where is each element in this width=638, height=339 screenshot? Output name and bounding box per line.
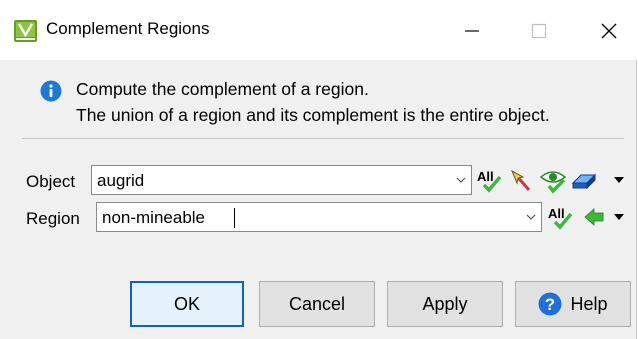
ok-button[interactable]: OK [130, 281, 244, 327]
info-text-line2: The union of a region and its complement… [76, 105, 550, 125]
info-text-line1: Compute the complement of a region. [76, 79, 369, 99]
help-button[interactable]: ? Help [515, 281, 631, 327]
svg-text:All: All [548, 206, 565, 221]
chevron-down-icon [526, 214, 536, 220]
object-value: augrid [97, 171, 145, 190]
object-type-button[interactable] [569, 165, 599, 195]
maximize-icon [531, 23, 547, 39]
close-icon [601, 23, 617, 39]
minimize-button[interactable] [452, 14, 492, 48]
visible-objects-button[interactable] [538, 165, 568, 195]
caret-down-icon [614, 214, 624, 220]
arrow-left-icon [584, 208, 604, 226]
cancel-button[interactable]: Cancel [259, 281, 375, 327]
region-combobox[interactable]: non-mineable [96, 202, 542, 232]
select-all-objects-button[interactable]: All [474, 165, 504, 195]
object-shape-icon [571, 173, 597, 190]
close-button[interactable] [589, 14, 629, 48]
object-type-dropdown[interactable] [613, 165, 625, 195]
dialog-window: Complement Regions Compute the complemen… [0, 0, 637, 339]
region-value: non-mineable [102, 208, 206, 227]
eye-check-icon [539, 171, 567, 194]
pick-cursor-icon [510, 169, 531, 191]
maximize-button[interactable] [519, 14, 559, 48]
svg-text:?: ? [545, 295, 555, 314]
separator [22, 138, 624, 139]
region-options-dropdown[interactable] [613, 202, 625, 232]
apply-button[interactable]: Apply [387, 281, 503, 327]
window-title: Complement Regions [46, 19, 210, 38]
all-check-icon: All [477, 169, 502, 193]
help-icon: ? [538, 292, 562, 316]
minimize-icon [465, 30, 479, 32]
previous-region-button[interactable] [579, 202, 609, 232]
pick-object-button[interactable] [506, 165, 536, 195]
info-icon [40, 80, 62, 102]
svg-text:All: All [477, 169, 494, 184]
object-label: Object [26, 172, 76, 191]
all-check-icon: All [548, 206, 573, 230]
app-logo-icon [14, 20, 37, 42]
caret-down-icon [614, 177, 624, 183]
region-label: Region [26, 209, 80, 228]
object-combobox[interactable]: augrid [91, 165, 472, 195]
select-all-regions-button[interactable]: All [545, 202, 575, 232]
title-bar[interactable]: Complement Regions [0, 0, 637, 60]
chevron-down-icon [456, 177, 466, 183]
text-caret [234, 208, 235, 228]
help-label: Help [570, 293, 608, 314]
